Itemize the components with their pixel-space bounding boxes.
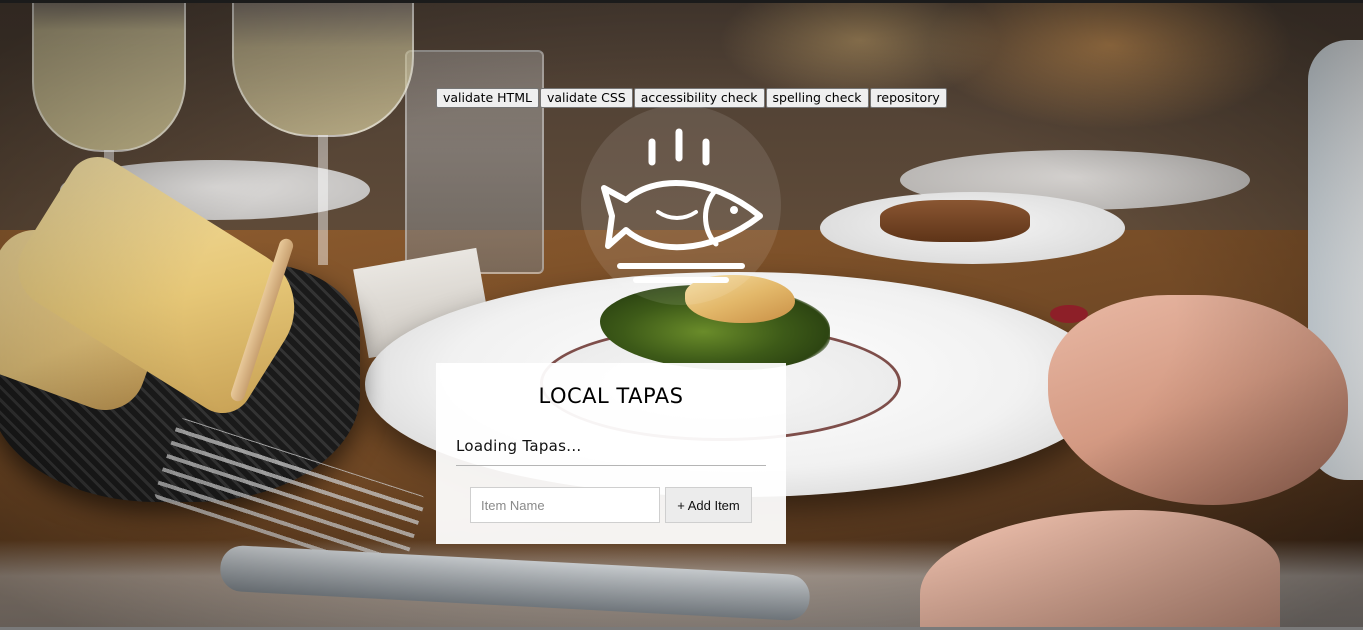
validate-css-button[interactable]: validate CSS xyxy=(539,88,633,108)
loading-status: Loading Tapas... xyxy=(456,437,582,455)
repository-button[interactable]: repository xyxy=(869,88,947,108)
top-edge xyxy=(0,0,1363,3)
tapas-card: LOCAL TAPAS Loading Tapas... + Add Item xyxy=(436,363,786,544)
page-title: LOCAL TAPAS xyxy=(538,384,684,408)
divider xyxy=(456,465,766,466)
spelling-check-button[interactable]: spelling check xyxy=(765,88,869,108)
validate-html-button[interactable]: validate HTML xyxy=(436,88,539,108)
fish-on-plate-steaming-icon xyxy=(601,128,763,283)
accessibility-check-button[interactable]: accessibility check xyxy=(633,88,765,108)
item-name-input[interactable] xyxy=(470,487,660,523)
add-item-button[interactable]: + Add Item xyxy=(665,487,752,523)
